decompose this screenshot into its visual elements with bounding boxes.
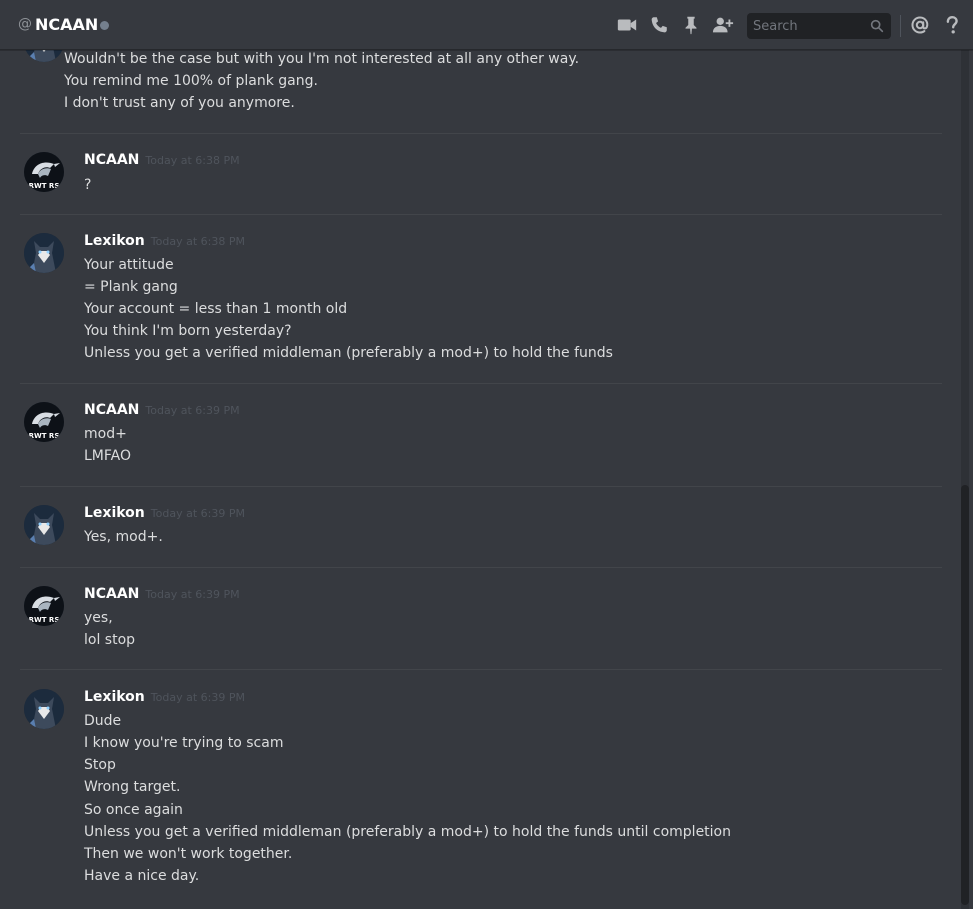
- dm-at-icon: @: [18, 16, 32, 32]
- message-text: Wouldn't be the case but with you I'm no…: [64, 51, 580, 67]
- message-timestamp: Today at 6:39 PM: [145, 588, 240, 601]
- offline-status-icon: [100, 21, 109, 30]
- avatar[interactable]: RWT RS: [24, 152, 64, 192]
- message-text: Yes, mod+.: [84, 529, 163, 545]
- help-icon[interactable]: [941, 14, 963, 36]
- header-divider: [900, 15, 901, 37]
- message-text: Then we won't work together.: [84, 846, 293, 862]
- message-text: I know you're trying to scam: [84, 735, 284, 751]
- message-text: Have a nice day.: [84, 868, 200, 884]
- message-divider: [20, 133, 942, 134]
- message-author[interactable]: Lexikon Today at 6:38 PM: [84, 233, 245, 249]
- search-icon: [869, 18, 885, 34]
- message-text: Unless you get a verified middleman (pre…: [84, 345, 613, 361]
- avatar[interactable]: [24, 233, 64, 273]
- message-text: Your account = less than 1 month old: [84, 301, 348, 317]
- message-list[interactable]: Wouldn't be the case but with you I'm no…: [0, 50, 960, 909]
- message-timestamp: Today at 6:39 PM: [150, 507, 245, 520]
- message-divider: [20, 383, 942, 384]
- channel-header: @ NCAAN: [0, 0, 973, 50]
- svg-text:RWT RS: RWT RS: [29, 432, 60, 440]
- message-text: yes,: [84, 610, 113, 626]
- video-call-icon[interactable]: [616, 14, 638, 36]
- message-text: mod+: [84, 426, 127, 442]
- message-timestamp: Today at 6:38 PM: [145, 154, 240, 167]
- search-box[interactable]: [747, 13, 891, 39]
- message-timestamp: Today at 6:39 PM: [150, 691, 245, 704]
- message-divider: [20, 214, 942, 215]
- add-member-icon[interactable]: [712, 14, 734, 36]
- message-text: Unless you get a verified middleman (pre…: [84, 824, 731, 840]
- message-text: Your attitude: [84, 257, 174, 273]
- message-text: You remind me 100% of plank gang.: [64, 73, 318, 89]
- svg-text:RWT RS: RWT RS: [29, 616, 60, 624]
- message-text: Stop: [84, 757, 116, 773]
- message-text: I don't trust any of you anymore.: [64, 95, 295, 111]
- message-text: You think I'm born yesterday?: [84, 323, 292, 339]
- dm-channel-name[interactable]: NCAAN: [35, 15, 98, 34]
- message-timestamp: Today at 6:38 PM: [150, 235, 245, 248]
- message-author[interactable]: NCAAN Today at 6:39 PM: [84, 586, 240, 602]
- search-input[interactable]: [747, 13, 859, 39]
- message-text: = Plank gang: [84, 279, 178, 295]
- message-text: LMFAO: [84, 448, 131, 464]
- message-text: lol stop: [84, 632, 136, 648]
- message-author[interactable]: Lexikon Today at 6:39 PM: [84, 505, 245, 521]
- message-author[interactable]: Lexikon Today at 6:39 PM: [84, 689, 245, 705]
- message-text: Dude: [84, 713, 122, 729]
- message-text: Wrong target.: [84, 779, 181, 795]
- voice-call-icon[interactable]: [648, 14, 670, 36]
- mention-icon[interactable]: [909, 14, 931, 36]
- message-text: ?: [84, 177, 92, 193]
- message-text: So once again: [84, 802, 183, 818]
- message-timestamp: Today at 6:39 PM: [145, 404, 240, 417]
- scrollbar-thumb[interactable]: [961, 485, 969, 905]
- message-author[interactable]: NCAAN Today at 6:38 PM: [84, 152, 240, 168]
- message-divider: [20, 669, 942, 670]
- message-divider: [20, 486, 942, 487]
- svg-text:RWT RS: RWT RS: [29, 182, 60, 190]
- pin-icon[interactable]: [680, 14, 702, 36]
- avatar[interactable]: [24, 50, 64, 62]
- avatar[interactable]: RWT RS: [24, 402, 64, 442]
- message-author[interactable]: NCAAN Today at 6:39 PM: [84, 402, 240, 418]
- avatar[interactable]: [24, 505, 64, 545]
- avatar[interactable]: [24, 689, 64, 729]
- message-divider: [20, 567, 942, 568]
- avatar[interactable]: RWT RS: [24, 586, 64, 626]
